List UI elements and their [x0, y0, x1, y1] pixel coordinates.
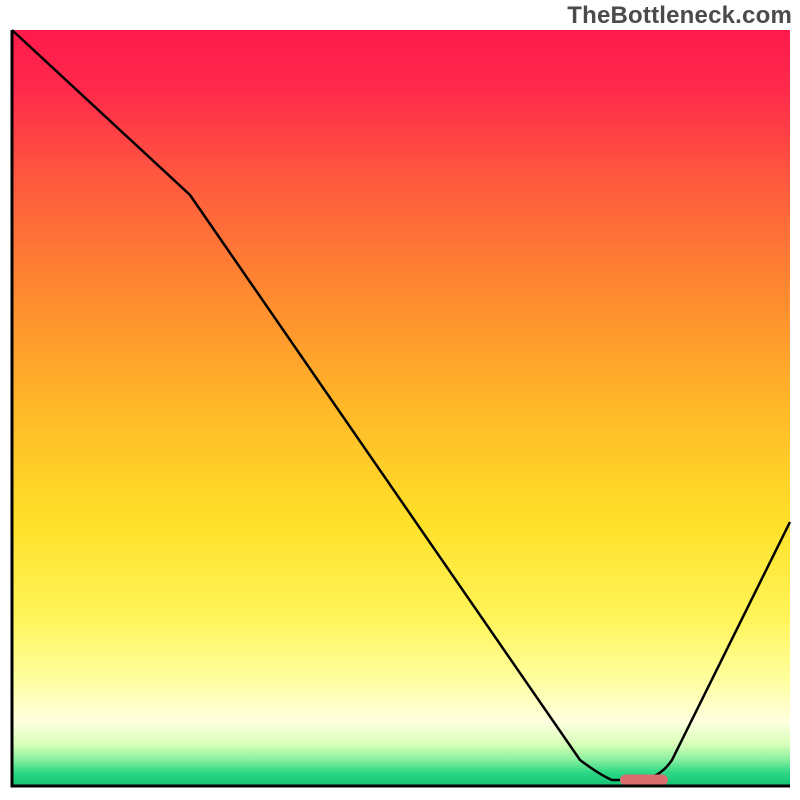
- watermark-text: TheBottleneck.com: [567, 2, 792, 30]
- bottleneck-chart: [0, 0, 800, 800]
- chart-container: TheBottleneck.com: [0, 0, 800, 800]
- optimum-marker: [620, 775, 668, 786]
- plot-background: [12, 30, 790, 786]
